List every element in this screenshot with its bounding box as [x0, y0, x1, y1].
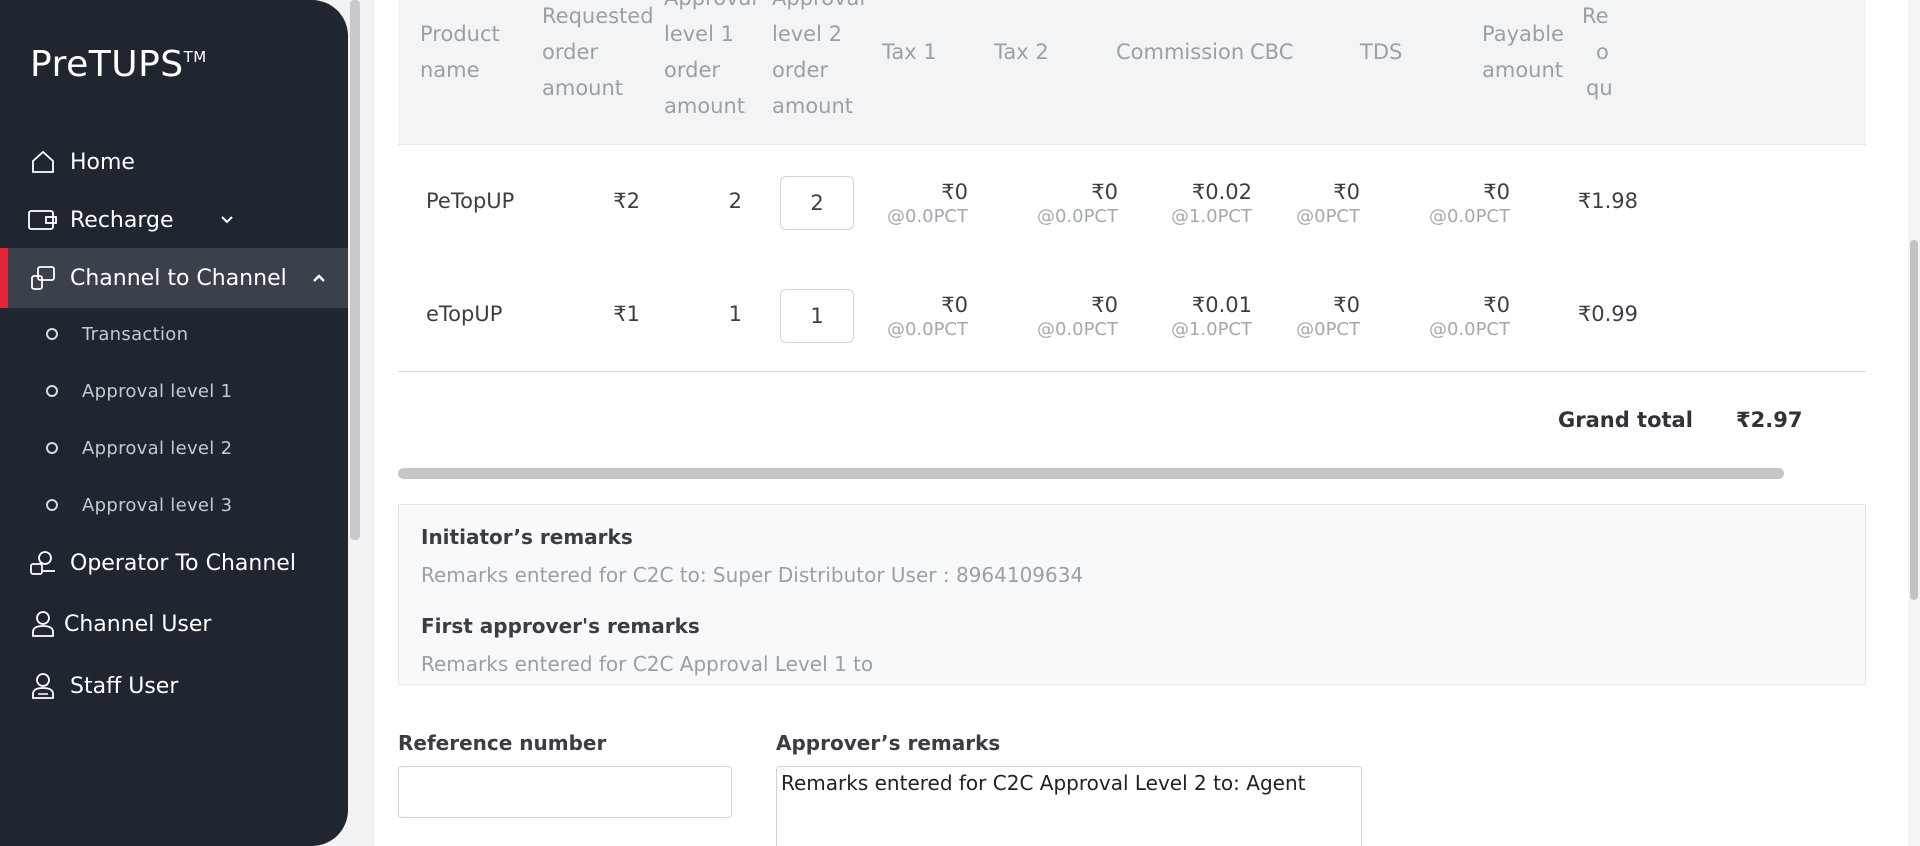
header-product-name: Product name: [420, 22, 500, 82]
home-icon: [28, 147, 58, 177]
chevron-up-icon: [312, 273, 326, 283]
cell-cbc: ₹0 @0PCT: [1296, 180, 1360, 227]
cell-product: eTopUP: [426, 302, 503, 326]
products-table: Productname Requestedorderamount Approva…: [398, 0, 1866, 372]
sidebar-item-label: Channel User: [64, 611, 212, 637]
cell-requested: ₹1: [613, 302, 640, 326]
approval2-quantity-input[interactable]: 1: [780, 289, 854, 343]
circle-bullet-icon: [46, 385, 58, 397]
header-tax1: Tax 1: [882, 40, 937, 64]
cell-approval1: 1: [728, 302, 742, 326]
cell-payable: ₹0.99: [1577, 302, 1638, 326]
cell-tax2: ₹0 @0.0PCT: [1036, 293, 1118, 340]
cell-commission: ₹0.01 @1.0PCT: [1170, 293, 1252, 340]
header-approval1-amount: Approvallevel 1orderamount: [664, 0, 757, 118]
sidebar-item-operator-to-channel[interactable]: Operator To Channel: [0, 546, 348, 580]
cell-tax1: ₹0 @0.0PCT: [886, 293, 968, 340]
circle-bullet-icon: [46, 442, 58, 454]
grand-total-label: Grand total: [1558, 408, 1693, 432]
header-cbc: CBC: [1250, 40, 1294, 64]
first-approver-remarks-text: Remarks entered for C2C Approval Level 1…: [421, 652, 874, 676]
sidebar-item-channel-user[interactable]: Channel User: [0, 607, 348, 641]
recharge-icon: [28, 205, 58, 235]
chevron-down-icon: [220, 215, 234, 225]
initiator-remarks-text: Remarks entered for C2C to: Super Distri…: [421, 563, 1084, 587]
header-requested-amount: Requested order amount: [542, 4, 654, 100]
sidebar-item-channel-to-channel[interactable]: Channel to Channel: [0, 248, 348, 308]
header-tds: TDS: [1360, 40, 1403, 64]
header-payable-amount: Payable amount: [1482, 22, 1564, 82]
cell-tds: ₹0 @0.0PCT: [1428, 293, 1510, 340]
sidebar-item-label: Recharge: [70, 207, 174, 233]
cell-payable: ₹1.98: [1577, 189, 1638, 213]
approver-remarks-label: Approver’s remarks: [776, 731, 1001, 755]
channel-transfer-icon: [28, 263, 58, 293]
brand-logo: PreTUPSTM: [30, 44, 207, 85]
circle-bullet-icon: [46, 499, 58, 511]
initiator-remarks-title: Initiator’s remarks: [421, 525, 633, 549]
sidebar-item-label: Home: [70, 149, 135, 175]
cell-approval1: 2: [728, 189, 742, 213]
staff-icon: [28, 671, 58, 701]
cell-requested: ₹2: [613, 189, 640, 213]
cell-cbc: ₹0 @0PCT: [1296, 293, 1360, 340]
reference-number-input[interactable]: [398, 766, 732, 818]
approval2-quantity-input[interactable]: 2: [780, 176, 854, 230]
user-icon: [28, 609, 58, 639]
header-approval2-amount: Approvallevel 2orderamount: [772, 0, 865, 118]
header-tax2: Tax 2: [994, 40, 1049, 64]
table-divider: [398, 371, 1866, 372]
sidebar-item-recharge[interactable]: Recharge: [0, 204, 348, 236]
approver-remarks-textarea[interactable]: Remarks entered for C2C Approval Level 2…: [776, 766, 1362, 846]
sidebar-item-label: Channel to Channel: [70, 265, 287, 291]
sidebar: PreTUPSTM Home Recharge Channel to Chann…: [0, 0, 348, 846]
sidebar-subitem-transaction[interactable]: Transaction: [0, 320, 348, 348]
header-extra-truncated: Re o qu: [1582, 4, 1613, 100]
circle-bullet-icon: [46, 328, 58, 340]
sidebar-item-staff-user[interactable]: Staff User: [0, 669, 348, 703]
first-approver-remarks-title: First approver's remarks: [421, 614, 700, 638]
page-scrollbar-thumb[interactable]: [1910, 240, 1918, 600]
sidebar-subitem-approval-3[interactable]: Approval level 3: [0, 491, 348, 519]
cell-commission: ₹0.02 @1.0PCT: [1170, 180, 1252, 227]
page-scrollbar-track[interactable]: [1908, 0, 1920, 846]
cell-product: PeTopUP: [426, 189, 515, 213]
cell-tax2: ₹0 @0.0PCT: [1036, 180, 1118, 227]
header-commission: Commission: [1116, 40, 1245, 64]
sidebar-subitem-approval-2[interactable]: Approval level 2: [0, 434, 348, 462]
operator-icon: [28, 548, 58, 578]
table-horizontal-scrollbar[interactable]: [398, 468, 1784, 479]
reference-number-label: Reference number: [398, 731, 607, 755]
sidebar-item-home[interactable]: Home: [0, 146, 348, 178]
cell-tax1: ₹0 @0.0PCT: [886, 180, 968, 227]
main-content: Productname Requestedorderamount Approva…: [374, 0, 1920, 846]
cell-tds: ₹0 @0.0PCT: [1428, 180, 1510, 227]
sidebar-scrollbar[interactable]: [350, 0, 360, 540]
sidebar-item-label: Operator To Channel: [70, 550, 296, 576]
sidebar-subitem-approval-1[interactable]: Approval level 1: [0, 377, 348, 405]
sidebar-item-label: Staff User: [70, 673, 179, 699]
grand-total-value: ₹2.97: [1736, 408, 1803, 432]
previous-remarks-panel: Initiator’s remarks Remarks entered for …: [398, 504, 1866, 685]
